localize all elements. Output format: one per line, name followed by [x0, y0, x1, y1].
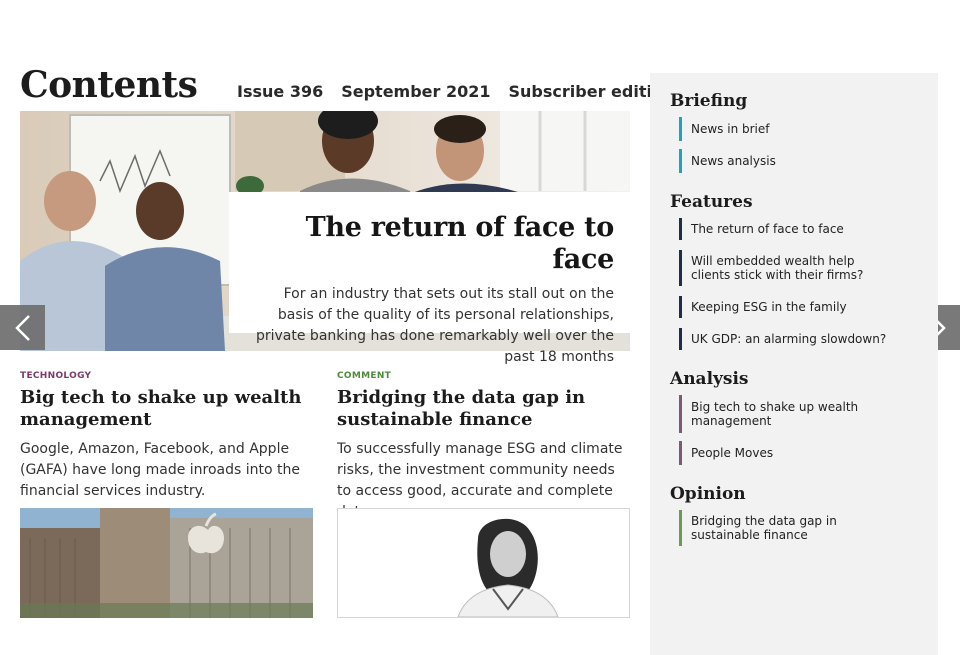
contents-sidebar: Briefing News in brief News analysis Fea…	[650, 73, 938, 655]
apple-store-photo	[20, 508, 313, 618]
article-card[interactable]: TECHNOLOGY Big tech to shake up wealth m…	[20, 371, 315, 502]
article-headline[interactable]: Big tech to shake up wealth management	[20, 387, 315, 431]
article-tag[interactable]: TECHNOLOGY	[20, 371, 315, 381]
article-tag[interactable]: COMMENT	[337, 371, 632, 381]
article-thumbnail[interactable]	[337, 508, 630, 618]
issue-date: September 2021	[341, 82, 491, 101]
sidebar-link[interactable]: News in brief	[679, 117, 938, 141]
sidebar-section-features: Features The return of face to face Will…	[670, 192, 938, 350]
page-title: Contents	[20, 64, 198, 106]
issue-number: Issue 396	[237, 82, 324, 101]
sidebar-section-title: Opinion	[670, 484, 746, 504]
article-summary: Google, Amazon, Facebook, and Apple (GAF…	[20, 441, 301, 499]
sidebar-link[interactable]: People Moves	[679, 441, 938, 465]
sidebar-link[interactable]: Keeping ESG in the family	[679, 296, 938, 318]
article-headline[interactable]: Bridging the data gap in sustainable fin…	[337, 387, 632, 431]
hero-card[interactable]: The return of face to face For an indust…	[229, 192, 630, 365]
sidebar-link[interactable]: UK GDP: an alarming slowdown?	[679, 328, 938, 350]
sidebar-section-analysis: Analysis Big tech to shake up wealth man…	[670, 369, 938, 465]
sidebar-link[interactable]: Bridging the data gap in sustainable fin…	[679, 510, 839, 546]
sidebar-link[interactable]: Will embedded wealth help clients stick …	[679, 250, 889, 286]
author-portrait	[338, 509, 629, 617]
sidebar-section-opinion: Opinion Bridging the data gap in sustain…	[670, 484, 938, 546]
article-card[interactable]: COMMENT Bridging the data gap in sustain…	[337, 371, 632, 523]
hero-title[interactable]: The return of face to face	[253, 212, 615, 276]
article-thumbnail[interactable]	[20, 508, 313, 618]
issue-meta: Issue 396 September 2021 Subscriber edit…	[237, 82, 674, 101]
sidebar-link[interactable]: The return of face to face	[679, 218, 938, 240]
carousel-prev-button[interactable]	[0, 305, 45, 350]
hero-summary: For an industry that sets out its stall …	[255, 286, 614, 365]
sidebar-section-briefing: Briefing News in brief News analysis	[670, 91, 938, 173]
chevron-left-icon	[14, 314, 30, 341]
sidebar-link[interactable]: News analysis	[679, 149, 938, 173]
sidebar-section-title: Features	[670, 192, 753, 212]
sidebar-link[interactable]: Big tech to shake up wealth management	[679, 395, 938, 433]
sidebar-section-title: Analysis	[670, 369, 749, 389]
sidebar-section-title: Briefing	[670, 91, 748, 111]
